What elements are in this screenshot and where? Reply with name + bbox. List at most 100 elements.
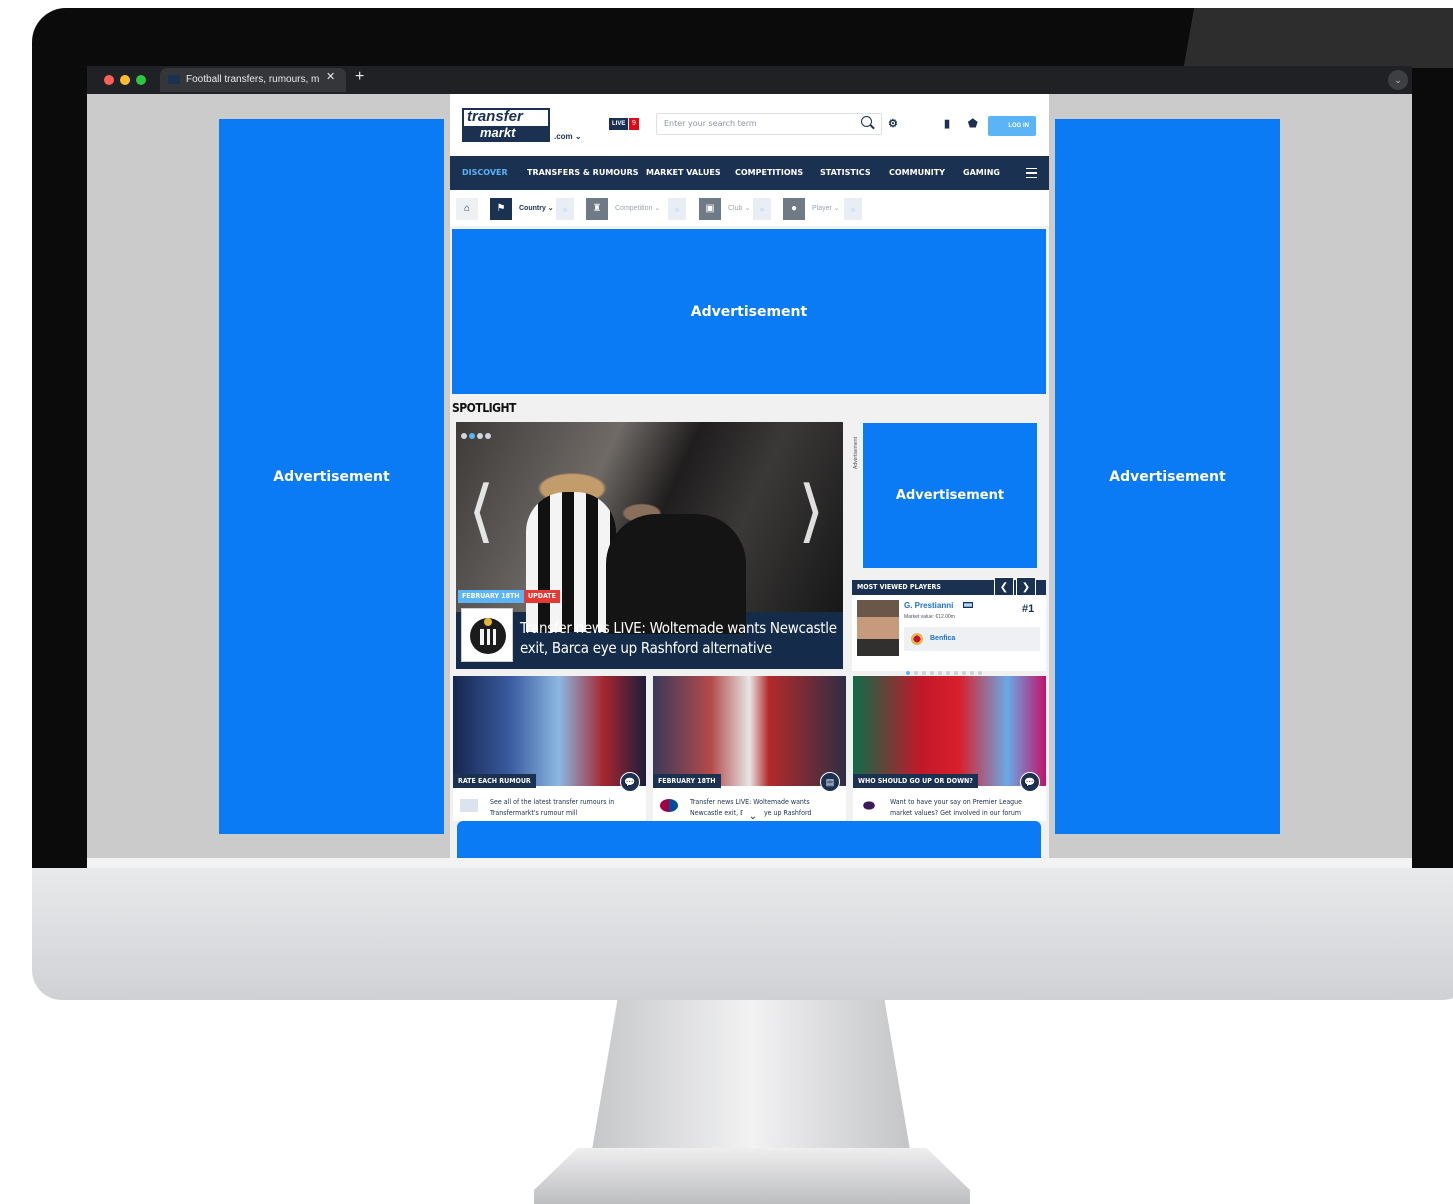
live-badge[interactable]: LIVE: [609, 118, 629, 130]
card-text[interactable]: See all of the latest transfer rumours i…: [490, 797, 640, 819]
country-select[interactable]: Country ⌄: [519, 204, 554, 212]
barcelona-crest-icon: [660, 799, 678, 812]
nav-competitions[interactable]: COMPETITIONS: [735, 156, 803, 190]
spotlight-heading: SPOTLIGHT: [452, 401, 516, 415]
player-select[interactable]: Player ⌄: [812, 204, 840, 212]
menu-icon[interactable]: [1026, 168, 1037, 178]
user-settings-icon[interactable]: ⚙: [888, 117, 898, 130]
tab-search-icon[interactable]: ⌄: [1388, 70, 1408, 90]
bottom-sticky-ad[interactable]: [457, 821, 1041, 858]
chevron-double-icon: »: [753, 198, 771, 220]
premier-league-icon: [860, 799, 878, 812]
carousel-dot[interactable]: [461, 433, 467, 439]
carousel-dot[interactable]: [946, 671, 950, 675]
sidebar-ad[interactable]: Advertisement: [863, 423, 1037, 568]
ad-label: Advertisement: [895, 488, 1005, 503]
carousel-dot[interactable]: [485, 433, 491, 439]
argentina-flag-icon: [963, 602, 973, 608]
newcastle-crest-icon: [461, 608, 513, 662]
tab-close-icon[interactable]: ✕: [326, 70, 335, 83]
nav-discover[interactable]: DISCOVER: [462, 156, 508, 190]
live-count: 9: [629, 118, 639, 130]
login-button[interactable]: LOG IN: [988, 116, 1036, 136]
carousel-dot[interactable]: [954, 671, 958, 675]
carousel-dot[interactable]: [962, 671, 966, 675]
window-zoom-dot[interactable]: [136, 75, 146, 85]
carousel-dot[interactable]: [938, 671, 942, 675]
ad-vertical-label: Advertisement: [853, 437, 859, 469]
news-card[interactable]: FEBRUARY 18TH ▤ Transfer news LIVE: Wolt…: [653, 676, 846, 821]
nav-statistics[interactable]: STATISTICS: [820, 156, 871, 190]
player-photo: [857, 600, 899, 656]
trophy-icon[interactable]: ♜: [586, 198, 608, 220]
comment-icon[interactable]: 💬: [1020, 772, 1040, 792]
monitor-chin: [32, 868, 1453, 1000]
hero-image-player: [526, 492, 616, 632]
player-name[interactable]: G. Prestianni: [904, 601, 953, 610]
shield-icon[interactable]: ⬟: [968, 117, 978, 130]
carousel-dots[interactable]: [461, 426, 493, 444]
screen-glare: [1120, 8, 1453, 68]
tab-favicon-icon: [168, 75, 180, 84]
left-side-ad[interactable]: Advertisement: [219, 119, 444, 834]
carousel-dot[interactable]: [930, 671, 934, 675]
browser-tab[interactable]: Football transfers, rumours, m: [160, 68, 346, 92]
viewport-bottom-edge: [87, 858, 1412, 868]
site-logo[interactable]: transfer markt: [462, 108, 550, 142]
carousel-next-icon[interactable]: ⟩: [798, 472, 825, 551]
chevron-double-icon: »: [668, 198, 686, 220]
update-tag: UPDATE: [524, 590, 560, 603]
bookmark-icon[interactable]: ▮: [944, 117, 950, 130]
card-text[interactable]: Want to have your say on Premier League …: [890, 797, 1040, 819]
window-minimize-dot[interactable]: [120, 75, 130, 85]
chevron-double-icon: »: [844, 198, 862, 220]
news-card[interactable]: RATE EACH RUMOUR 💬 See all of the latest…: [453, 676, 646, 821]
search-icon[interactable]: [861, 116, 872, 127]
card-image: [853, 676, 1046, 786]
club-select[interactable]: Club ⌄: [728, 204, 750, 212]
nav-market-values[interactable]: MARKET VALUES: [646, 156, 721, 190]
news-icon[interactable]: ▤: [820, 772, 840, 792]
shirt-icon[interactable]: ▣: [699, 198, 721, 220]
carousel-dot[interactable]: [914, 671, 918, 675]
domain-selector[interactable]: .com ⌄: [554, 132, 582, 141]
hero-image-coach: [606, 514, 746, 634]
logo-text-top: transfer: [467, 108, 523, 125]
spotlight-hero[interactable]: ⟨ ⟩ FEBRUARY 18TH UPDATE Transfer news L…: [456, 422, 843, 669]
new-tab-icon[interactable]: +: [355, 68, 364, 86]
carousel-dot[interactable]: [978, 671, 982, 675]
browser-viewport: Advertisement Advertisement transfer mar…: [87, 94, 1412, 858]
carousel-dot[interactable]: [922, 671, 926, 675]
nav-community[interactable]: COMMUNITY: [889, 156, 945, 190]
card-image: [653, 676, 846, 786]
search-input[interactable]: Enter your search term: [656, 113, 882, 135]
mvp-next-button[interactable]: ❯: [1016, 577, 1036, 597]
player-icon[interactable]: ●: [783, 198, 805, 220]
card-text[interactable]: Transfer news LIVE: Woltemade wants Newc…: [690, 797, 840, 819]
carousel-prev-icon[interactable]: ⟨: [468, 472, 495, 551]
flag-icon[interactable]: ⚑: [490, 198, 512, 220]
carousel-dot[interactable]: [970, 671, 974, 675]
carousel-dot-active[interactable]: [469, 433, 475, 439]
most-viewed-player-card[interactable]: G. Prestianni Market value: €12.00m #1 B…: [852, 595, 1046, 675]
comment-icon[interactable]: 💬: [620, 772, 640, 792]
date-tag: FEBRUARY 18TH: [458, 590, 524, 603]
competition-select[interactable]: Competition ⌄: [615, 204, 660, 212]
home-icon[interactable]: ⌂: [456, 198, 478, 220]
club-name[interactable]: Benfica: [930, 635, 955, 642]
card-label: RATE EACH RUMOUR: [453, 774, 536, 788]
nav-gaming[interactable]: GAMING: [963, 156, 1000, 190]
player-club[interactable]: Benfica: [904, 627, 1040, 651]
site-header: transfer markt .com ⌄ LIVE 9 Enter your …: [450, 94, 1049, 156]
news-card[interactable]: WHO SHOULD GO UP OR DOWN? 💬 Want to have…: [853, 676, 1046, 821]
logo-text-bottom: markt: [464, 126, 548, 140]
window-close-dot[interactable]: [104, 75, 114, 85]
carousel-dot-active[interactable]: [906, 671, 910, 675]
top-banner-ad[interactable]: Advertisement: [452, 229, 1046, 394]
card-image: [453, 676, 646, 786]
mvp-prev-button[interactable]: ❮: [994, 577, 1014, 597]
right-side-ad[interactable]: Advertisement: [1055, 119, 1280, 834]
nav-transfers-rumours[interactable]: TRANSFERS & RUMOURS: [527, 156, 639, 190]
hero-headline[interactable]: Transfer news LIVE: Woltemade wants Newc…: [520, 618, 838, 658]
carousel-dot[interactable]: [477, 433, 483, 439]
